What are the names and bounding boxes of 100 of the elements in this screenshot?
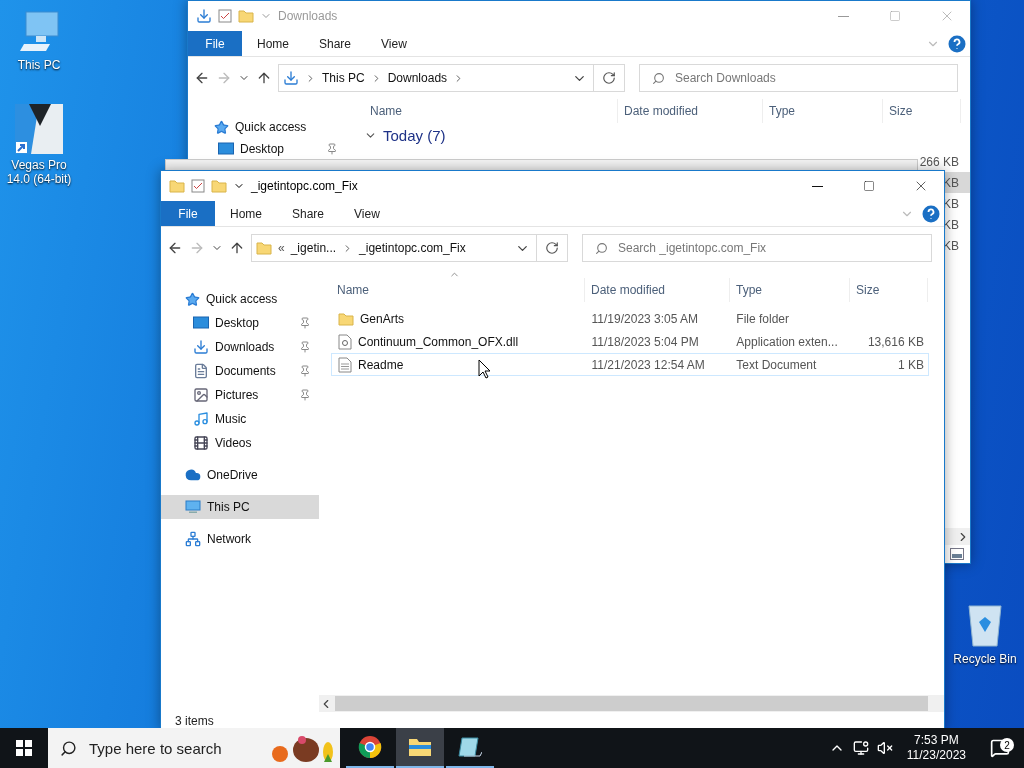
group-header[interactable]: Today (7) xyxy=(383,126,446,144)
column-header[interactable]: Name xyxy=(331,278,585,302)
scrollbar-thumb[interactable] xyxy=(335,696,928,711)
file-name: GenArts xyxy=(360,311,404,326)
nav-item[interactable]: Quick access xyxy=(188,116,346,138)
file-tab[interactable]: File xyxy=(161,201,215,226)
back-icon[interactable] xyxy=(167,240,183,256)
nav-item[interactable]: Videos xyxy=(161,431,319,455)
folder-icon xyxy=(408,737,432,757)
column-header[interactable]: Size xyxy=(850,278,928,302)
search-field[interactable]: Search Downloads xyxy=(639,64,958,92)
column-header[interactable]: Type xyxy=(730,278,850,302)
window-title: _igetintopc.com_Fix xyxy=(251,179,358,193)
document-icon xyxy=(193,363,209,379)
nav-item[interactable]: Downloads xyxy=(161,335,319,359)
properties-icon xyxy=(191,179,205,193)
network-status-icon[interactable] xyxy=(852,740,869,756)
overflow-chevron: « xyxy=(278,241,285,255)
back-icon[interactable] xyxy=(194,70,210,86)
refresh-button[interactable] xyxy=(537,234,568,262)
ribbon-tab[interactable]: View xyxy=(366,31,422,56)
details-view-icon[interactable] xyxy=(950,548,964,560)
breadcrumb-item[interactable]: _igetin... xyxy=(290,241,337,255)
file-name: Readme xyxy=(358,357,404,372)
nav-item[interactable]: Desktop xyxy=(161,311,319,335)
taskbar-app-button[interactable] xyxy=(396,728,444,768)
desktop-icon xyxy=(193,316,209,330)
file-row[interactable]: Continuum_Common_OFX.dll 11/18/2023 5:04 PM Application exten... 13,616 KB xyxy=(331,330,929,353)
windows-logo-icon xyxy=(16,740,32,756)
file-row[interactable]: Readme 11/21/2023 12:54 AM Text Document 1 KB xyxy=(331,353,929,376)
notepad-icon xyxy=(458,736,482,758)
status-text: 3 items xyxy=(175,713,214,728)
help-icon[interactable] xyxy=(922,204,940,223)
mouse-pointer-icon xyxy=(478,359,491,379)
refresh-button[interactable] xyxy=(594,64,625,92)
breadcrumb-item[interactable]: _igetintopc.com_Fix xyxy=(359,241,466,255)
star-icon xyxy=(214,119,229,135)
file-row[interactable]: GenArts 11/19/2023 3:05 AM File folder xyxy=(331,307,929,330)
breadcrumb-item[interactable]: Downloads xyxy=(387,71,448,85)
ribbon-tab[interactable]: Share xyxy=(304,31,367,56)
desktop-icon xyxy=(218,142,234,156)
nav-item[interactable]: Music xyxy=(161,407,319,431)
address-bar[interactable]: « _igetin... _igetintopc.com_Fix xyxy=(251,234,537,262)
minimize-icon xyxy=(837,15,849,17)
pin-icon xyxy=(299,341,311,353)
pin-icon xyxy=(326,143,338,155)
ribbon-tab[interactable]: Home xyxy=(242,31,304,56)
table-cell-text: 11/21/2023 12:54 AM xyxy=(590,357,706,372)
column-header[interactable]: Size xyxy=(883,99,961,123)
browser-icon xyxy=(358,735,382,759)
ribbon-tab[interactable]: Share xyxy=(277,201,340,226)
column-header[interactable]: Type xyxy=(763,99,883,123)
nav-item[interactable]: Desktop xyxy=(188,138,346,160)
download-icon xyxy=(193,339,209,355)
ribbon-tab[interactable]: Home xyxy=(215,201,277,226)
search-icon xyxy=(60,739,77,757)
desktop-icon[interactable]: Vegas Pro 14.0 (64-bit) xyxy=(2,104,76,186)
up-icon[interactable] xyxy=(229,240,245,256)
nav-item[interactable]: Quick access xyxy=(161,287,319,311)
column-header[interactable]: Date modified xyxy=(585,278,730,302)
table-cell-text: 266 KB xyxy=(918,153,960,171)
download-icon xyxy=(283,70,299,86)
taskbar-search-field[interactable]: Type here to search xyxy=(48,728,340,768)
app-icon xyxy=(15,104,63,154)
minimize-icon xyxy=(811,185,823,187)
nav-item[interactable]: Pictures xyxy=(161,383,319,407)
up-icon[interactable] xyxy=(256,70,272,86)
clock[interactable]: 7:53 PM 11/23/2023 xyxy=(900,733,972,763)
computer-icon xyxy=(185,499,201,515)
nav-item[interactable]: This PC xyxy=(161,495,319,519)
maximize-icon xyxy=(889,10,901,22)
network-icon xyxy=(185,531,201,547)
ribbon-tab[interactable]: View xyxy=(339,201,395,226)
nav-item[interactable]: Network xyxy=(161,527,319,551)
table-cell-text: 11/19/2023 3:05 AM xyxy=(590,311,700,326)
desktop-icon[interactable]: Recycle Bin xyxy=(947,602,1023,666)
column-header[interactable]: Date modified xyxy=(618,99,763,123)
search-field[interactable]: Search _igetintopc.com_Fix xyxy=(582,234,932,262)
help-icon[interactable] xyxy=(948,34,966,53)
star-icon xyxy=(185,291,200,307)
table-cell-text: 1 KB xyxy=(896,357,925,372)
folder-icon xyxy=(256,240,272,256)
volume-muted-icon[interactable] xyxy=(876,740,893,756)
nav-item[interactable]: Documents xyxy=(161,359,319,383)
settings-file-icon xyxy=(338,333,352,350)
address-bar[interactable]: This PC Downloads xyxy=(278,64,594,92)
column-header[interactable]: Name xyxy=(364,99,618,123)
properties-icon xyxy=(218,9,232,23)
notification-center-button[interactable]: 2 xyxy=(980,738,1020,758)
file-tab[interactable]: File xyxy=(188,31,242,56)
refresh-icon xyxy=(545,241,559,255)
text-file-icon xyxy=(338,356,352,373)
table-cell-text: 13,616 KB xyxy=(866,334,925,349)
nav-item[interactable]: OneDrive xyxy=(161,463,319,487)
table-cell-text: File folder xyxy=(735,311,790,326)
folder-icon xyxy=(238,8,254,24)
window-title: Downloads xyxy=(278,9,338,23)
table-cell-text: Application exten... xyxy=(735,334,839,349)
table-cell-text: 11/18/2023 5:04 PM xyxy=(590,334,700,349)
breadcrumb-item[interactable]: This PC xyxy=(322,71,365,85)
